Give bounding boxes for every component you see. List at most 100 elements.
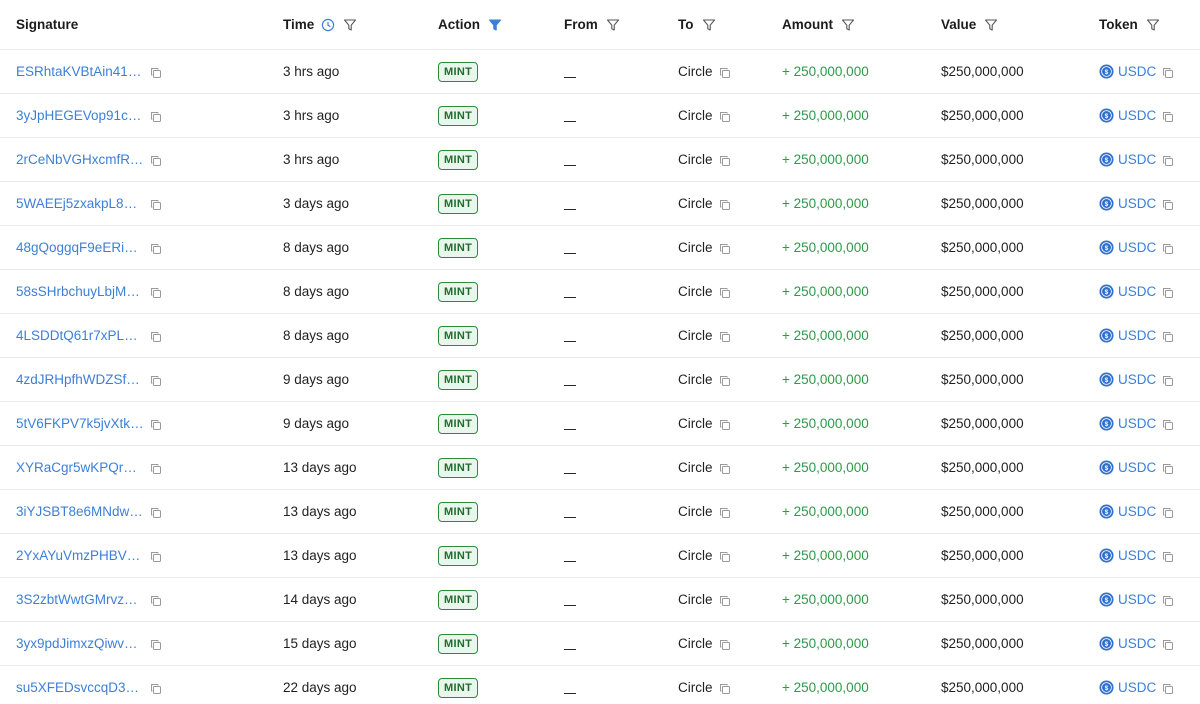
table-row[interactable]: 48gQoggqF9eERi9Y5… 8 days ago MINT Circl… xyxy=(0,226,1200,270)
signature-link[interactable]: 4zdJRHpfhWDZSfe1… xyxy=(16,372,144,387)
signature-link[interactable]: 48gQoggqF9eERi9Y5… xyxy=(16,240,144,255)
filter-icon[interactable] xyxy=(1146,18,1160,32)
copy-icon[interactable] xyxy=(719,287,731,299)
table-row[interactable]: su5XFEDsvccqD3Mf… 22 days ago MINT Circl… xyxy=(0,666,1200,704)
copy-icon[interactable] xyxy=(150,639,162,651)
table-row[interactable]: 4LSDDtQ61r7xPL8D… 8 days ago MINT Circle… xyxy=(0,314,1200,358)
clock-icon[interactable] xyxy=(321,18,335,32)
copy-icon[interactable] xyxy=(150,111,162,123)
to-text[interactable]: Circle xyxy=(678,592,713,607)
to-text[interactable]: Circle xyxy=(678,372,713,387)
table-row[interactable]: 3S2zbtWwtGMrvzWh… 14 days ago MINT Circl… xyxy=(0,578,1200,622)
copy-icon[interactable] xyxy=(1162,375,1174,387)
copy-icon[interactable] xyxy=(1162,287,1174,299)
signature-link[interactable]: 2rCeNbVGHxcmfRVe… xyxy=(16,152,144,167)
table-row[interactable]: 2rCeNbVGHxcmfRVe… 3 hrs ago MINT Circle … xyxy=(0,138,1200,182)
table-row[interactable]: 3yJpHEGEVop91cb2… 3 hrs ago MINT Circle … xyxy=(0,94,1200,138)
token-link[interactable]: USDC xyxy=(1118,504,1156,519)
copy-icon[interactable] xyxy=(150,419,162,431)
table-row[interactable]: 5tV6FKPV7k5jvXtkM… 9 days ago MINT Circl… xyxy=(0,402,1200,446)
signature-link[interactable]: ESRhtaKVBtAin41cD… xyxy=(16,64,144,79)
token-link[interactable]: USDC xyxy=(1118,548,1156,563)
to-text[interactable]: Circle xyxy=(678,636,713,651)
token-link[interactable]: USDC xyxy=(1118,328,1156,343)
token-link[interactable]: USDC xyxy=(1118,592,1156,607)
copy-icon[interactable] xyxy=(150,375,162,387)
to-text[interactable]: Circle xyxy=(678,460,713,475)
copy-icon[interactable] xyxy=(719,639,731,651)
copy-icon[interactable] xyxy=(1162,683,1174,695)
token-link[interactable]: USDC xyxy=(1118,284,1156,299)
table-row[interactable]: 3yx9pdJimxzQiwvW… 15 days ago MINT Circl… xyxy=(0,622,1200,666)
to-text[interactable]: Circle xyxy=(678,680,713,695)
signature-link[interactable]: 3iYJSBT8e6MNdwY… xyxy=(16,504,144,519)
to-text[interactable]: Circle xyxy=(678,284,713,299)
to-text[interactable]: Circle xyxy=(678,504,713,519)
copy-icon[interactable] xyxy=(719,595,731,607)
copy-icon[interactable] xyxy=(719,243,731,255)
table-row[interactable]: 5WAEEj5zxakpL8VeZ… 3 days ago MINT Circl… xyxy=(0,182,1200,226)
token-link[interactable]: USDC xyxy=(1118,196,1156,211)
copy-icon[interactable] xyxy=(150,551,162,563)
token-link[interactable]: USDC xyxy=(1118,416,1156,431)
signature-link[interactable]: 3S2zbtWwtGMrvzWh… xyxy=(16,592,144,607)
copy-icon[interactable] xyxy=(1162,243,1174,255)
filter-active-icon[interactable] xyxy=(488,18,502,32)
copy-icon[interactable] xyxy=(150,595,162,607)
copy-icon[interactable] xyxy=(150,243,162,255)
copy-icon[interactable] xyxy=(719,463,731,475)
filter-icon[interactable] xyxy=(984,18,998,32)
copy-icon[interactable] xyxy=(150,67,162,79)
copy-icon[interactable] xyxy=(150,199,162,211)
copy-icon[interactable] xyxy=(1162,463,1174,475)
copy-icon[interactable] xyxy=(150,507,162,519)
token-link[interactable]: USDC xyxy=(1118,460,1156,475)
to-text[interactable]: Circle xyxy=(678,240,713,255)
token-link[interactable]: USDC xyxy=(1118,636,1156,651)
copy-icon[interactable] xyxy=(1162,111,1174,123)
to-text[interactable]: Circle xyxy=(678,328,713,343)
token-link[interactable]: USDC xyxy=(1118,680,1156,695)
copy-icon[interactable] xyxy=(719,551,731,563)
signature-link[interactable]: su5XFEDsvccqD3Mf… xyxy=(16,680,144,695)
filter-icon[interactable] xyxy=(606,18,620,32)
copy-icon[interactable] xyxy=(719,507,731,519)
to-text[interactable]: Circle xyxy=(678,548,713,563)
signature-link[interactable]: XYRaCgr5wKPQrAtk… xyxy=(16,460,144,475)
filter-icon[interactable] xyxy=(841,18,855,32)
copy-icon[interactable] xyxy=(1162,551,1174,563)
table-row[interactable]: 58sSHrbchuyLbjMg… 8 days ago MINT Circle… xyxy=(0,270,1200,314)
signature-link[interactable]: 5tV6FKPV7k5jvXtkM… xyxy=(16,416,144,431)
token-link[interactable]: USDC xyxy=(1118,108,1156,123)
table-row[interactable]: 4zdJRHpfhWDZSfe1… 9 days ago MINT Circle… xyxy=(0,358,1200,402)
to-text[interactable]: Circle xyxy=(678,64,713,79)
copy-icon[interactable] xyxy=(1162,199,1174,211)
table-row[interactable]: XYRaCgr5wKPQrAtk… 13 days ago MINT Circl… xyxy=(0,446,1200,490)
copy-icon[interactable] xyxy=(1162,331,1174,343)
copy-icon[interactable] xyxy=(719,155,731,167)
copy-icon[interactable] xyxy=(1162,639,1174,651)
signature-link[interactable]: 3yx9pdJimxzQiwvW… xyxy=(16,636,144,651)
copy-icon[interactable] xyxy=(150,683,162,695)
to-text[interactable]: Circle xyxy=(678,108,713,123)
table-row[interactable]: ESRhtaKVBtAin41cD… 3 hrs ago MINT Circle… xyxy=(0,50,1200,94)
signature-link[interactable]: 2YxAYuVmzPHBVm… xyxy=(16,548,144,563)
token-link[interactable]: USDC xyxy=(1118,64,1156,79)
copy-icon[interactable] xyxy=(1162,67,1174,79)
copy-icon[interactable] xyxy=(719,331,731,343)
signature-link[interactable]: 3yJpHEGEVop91cb2… xyxy=(16,108,144,123)
copy-icon[interactable] xyxy=(1162,419,1174,431)
token-link[interactable]: USDC xyxy=(1118,152,1156,167)
token-link[interactable]: USDC xyxy=(1118,240,1156,255)
copy-icon[interactable] xyxy=(1162,155,1174,167)
copy-icon[interactable] xyxy=(1162,507,1174,519)
to-text[interactable]: Circle xyxy=(678,416,713,431)
copy-icon[interactable] xyxy=(719,683,731,695)
copy-icon[interactable] xyxy=(719,111,731,123)
token-link[interactable]: USDC xyxy=(1118,372,1156,387)
copy-icon[interactable] xyxy=(150,331,162,343)
signature-link[interactable]: 58sSHrbchuyLbjMg… xyxy=(16,284,144,299)
copy-icon[interactable] xyxy=(719,419,731,431)
copy-icon[interactable] xyxy=(719,199,731,211)
signature-link[interactable]: 4LSDDtQ61r7xPL8D… xyxy=(16,328,144,343)
